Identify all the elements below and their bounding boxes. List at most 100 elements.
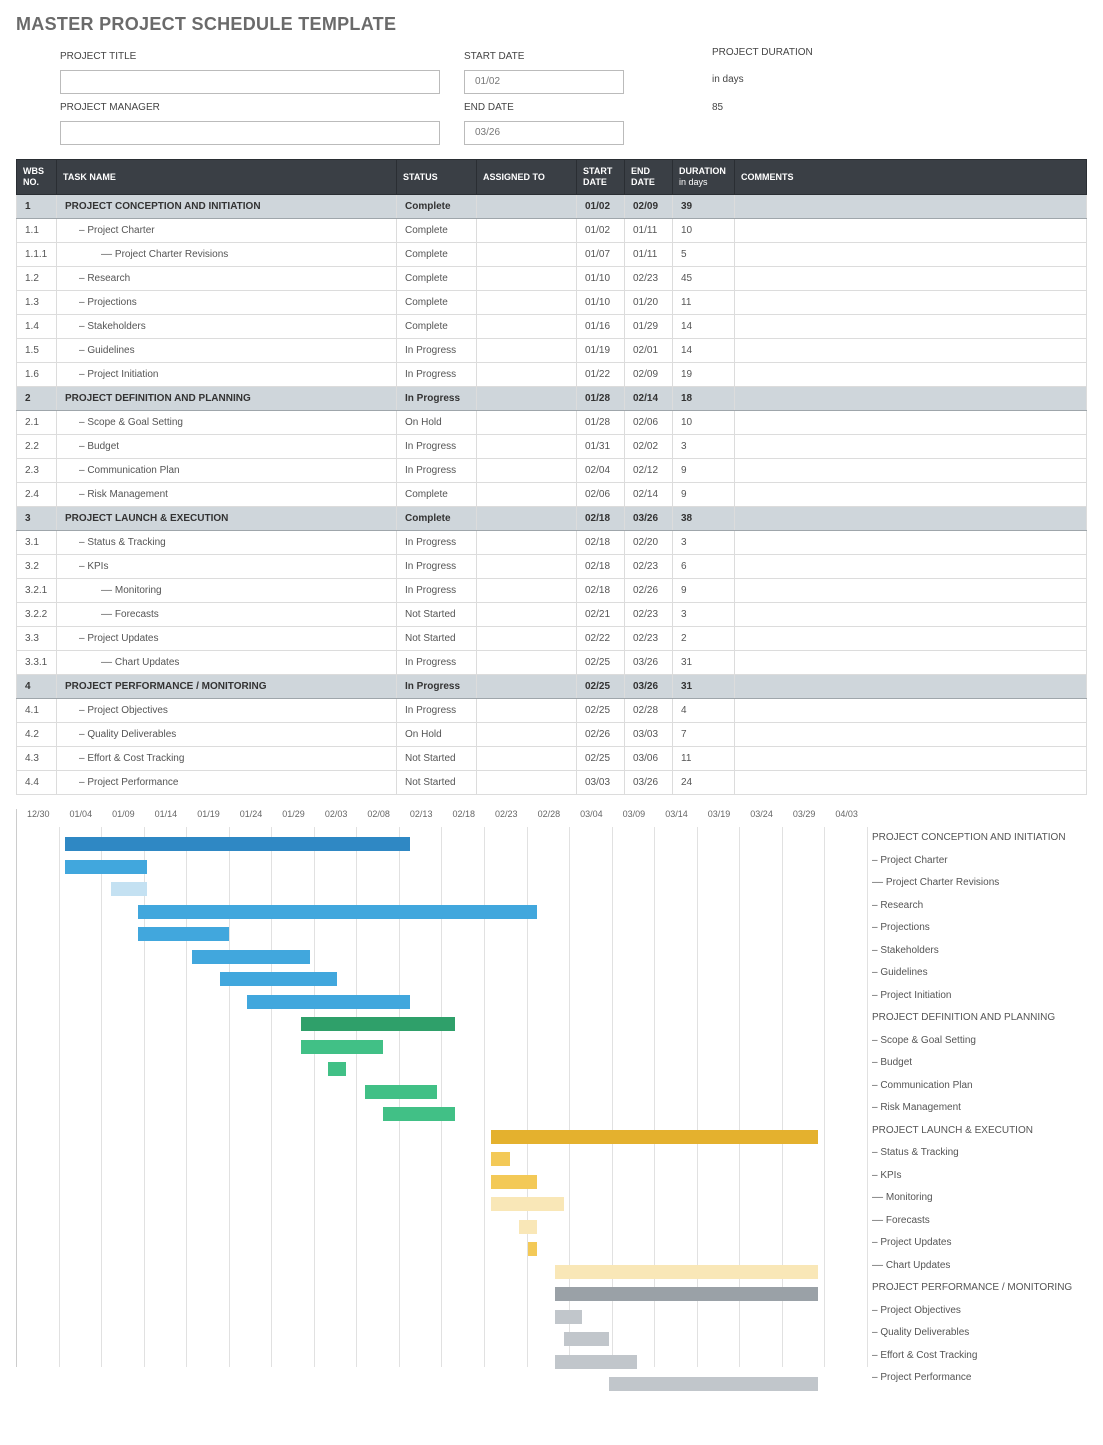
gantt-row [17,1148,868,1171]
project-info-form: PROJECT TITLE START DATE PROJECT DURATIO… [60,47,1087,145]
gantt-legend-item: –– Chart Updates [868,1255,1078,1278]
gantt-legend-item: PROJECT DEFINITION AND PLANNING [868,1007,1078,1030]
table-row: 2.1– Scope & Goal SettingOn Hold01/2802/… [17,411,1087,435]
gantt-bar [301,1040,383,1054]
gantt-tick: 12/30 [17,809,60,827]
gantt-legend-item: – Effort & Cost Tracking [868,1345,1078,1368]
table-row: 1.6– Project InitiationIn Progress01/220… [17,363,1087,387]
gantt-tick: 01/29 [272,809,315,827]
gantt-tick: 03/09 [613,809,656,827]
table-row: 1.4– StakeholdersComplete01/1601/2914 [17,315,1087,339]
gantt-chart: 12/3001/0401/0901/1401/1901/2401/2902/03… [16,809,1087,1390]
project-title-input[interactable] [60,70,440,94]
gantt-row [17,968,868,991]
gantt-tick: 03/29 [783,809,826,827]
col-end: END DATE [625,160,673,195]
page-title: MASTER PROJECT SCHEDULE TEMPLATE [16,14,1087,35]
table-row: 4.4– Project PerformanceNot Started03/03… [17,771,1087,795]
gantt-tick: 01/24 [230,809,273,827]
gantt-legend-item: – Project Charter [868,850,1078,873]
gantt-row [17,1081,868,1104]
gantt-tick: 02/03 [315,809,358,827]
gantt-legend-item: –– Project Charter Revisions [868,872,1078,895]
table-row: 1.5– GuidelinesIn Progress01/1902/0114 [17,339,1087,363]
gantt-tick: 02/28 [528,809,571,827]
gantt-row [17,833,868,856]
gantt-legend-item: – Scope & Goal Setting [868,1030,1078,1053]
table-row: 3.3– Project UpdatesNot Started02/2202/2… [17,627,1087,651]
gantt-bar [247,995,410,1009]
gantt-bar [555,1310,582,1324]
gantt-legend-item: PROJECT PERFORMANCE / MONITORING [868,1277,1078,1300]
col-wbs: WBS NO. [17,160,57,195]
gantt-bar [65,860,147,874]
gantt-legend-item: – Project Initiation [868,985,1078,1008]
gantt-tick: 02/08 [357,809,400,827]
table-row: 3.2.1–– MonitoringIn Progress02/1802/269 [17,579,1087,603]
project-manager-input[interactable] [60,121,440,145]
gantt-row [17,1171,868,1194]
table-row: 4PROJECT PERFORMANCE / MONITORINGIn Prog… [17,675,1087,699]
gantt-bar [138,927,229,941]
gantt-bar [491,1130,817,1144]
table-row: 1.1.1–– Project Charter RevisionsComplet… [17,243,1087,267]
table-row: 3.2– KPIsIn Progress02/1802/236 [17,555,1087,579]
gantt-legend-item: – Budget [868,1052,1078,1075]
project-duration-unit: in days [712,70,872,94]
gantt-bar [301,1017,455,1031]
col-task: TASK NAME [57,160,397,195]
gantt-row [17,1306,868,1329]
gantt-bar [383,1107,456,1121]
table-row: 2.4– Risk ManagementComplete02/0602/149 [17,483,1087,507]
table-row: 4.2– Quality DeliverablesOn Hold02/2603/… [17,723,1087,747]
gantt-legend-item: – KPIs [868,1165,1078,1188]
table-row: 1PROJECT CONCEPTION AND INITIATIONComple… [17,195,1087,219]
start-date-input[interactable]: 01/02 [464,70,624,94]
gantt-bar [138,905,537,919]
gantt-row [17,1193,868,1216]
gantt-bar [555,1287,818,1301]
gantt-bar [491,1175,536,1189]
table-row: 3.3.1–– Chart UpdatesIn Progress02/2503/… [17,651,1087,675]
gantt-bar [609,1377,817,1391]
table-row: 1.3– ProjectionsComplete01/1001/2011 [17,291,1087,315]
gantt-row [17,923,868,946]
gantt-tick: 03/24 [740,809,783,827]
gantt-tick: 02/13 [400,809,443,827]
gantt-legend-item: – Project Objectives [868,1300,1078,1323]
table-row: 1.2– ResearchComplete01/1002/2345 [17,267,1087,291]
col-assigned: ASSIGNED TO [477,160,577,195]
project-manager-label: PROJECT MANAGER [60,98,440,117]
end-date-input[interactable]: 03/26 [464,121,624,145]
gantt-legend-item: – Project Performance [868,1367,1078,1390]
gantt-legend-item: – Risk Management [868,1097,1078,1120]
gantt-row [17,1058,868,1081]
gantt-row [17,1261,868,1284]
gantt-legend-item: PROJECT CONCEPTION AND INITIATION [868,827,1078,850]
start-date-label: START DATE [464,47,624,66]
table-row: 2PROJECT DEFINITION AND PLANNINGIn Progr… [17,387,1087,411]
gantt-bar [519,1220,537,1234]
gantt-row [17,1373,868,1396]
gantt-bar [365,1085,438,1099]
gantt-tick: 03/14 [655,809,698,827]
table-row: 4.3– Effort & Cost TrackingNot Started02… [17,747,1087,771]
gantt-row [17,1351,868,1374]
gantt-bar [220,972,338,986]
gantt-legend-item: – Stakeholders [868,940,1078,963]
gantt-bar [564,1332,609,1346]
gantt-bar [111,882,147,896]
gantt-tick: 01/04 [60,809,103,827]
col-comments: COMMENTS [735,160,1087,195]
gantt-row [17,946,868,969]
gantt-bar [555,1265,818,1279]
gantt-tick: 04/03 [825,809,868,827]
gantt-bar [555,1355,637,1369]
gantt-bar [491,1152,509,1166]
gantt-legend: PROJECT CONCEPTION AND INITIATION– Proje… [868,809,1078,1390]
gantt-legend-item: – Research [868,895,1078,918]
gantt-tick: 03/19 [698,809,741,827]
table-row: 3.2.2–– ForecastsNot Started02/2102/233 [17,603,1087,627]
table-row: 2.3– Communication PlanIn Progress02/040… [17,459,1087,483]
col-start: START DATE [577,160,625,195]
